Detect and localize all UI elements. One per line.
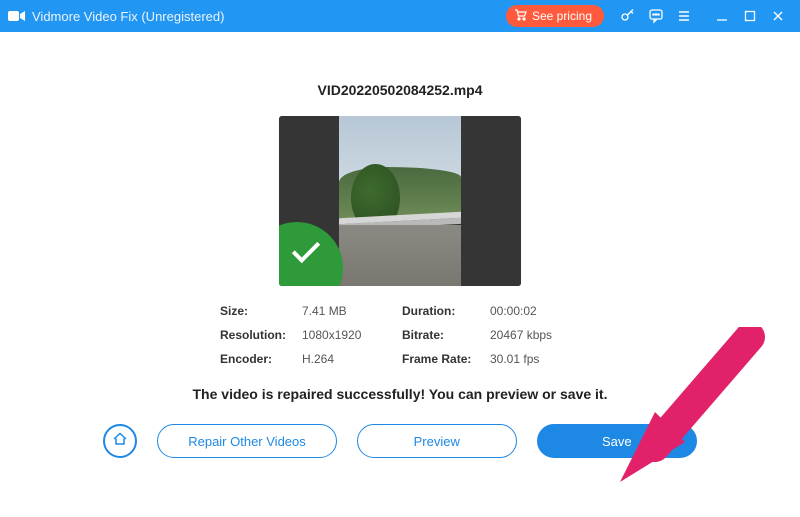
- check-icon: [292, 235, 320, 263]
- video-frame-preview: [339, 116, 461, 286]
- size-value: 7.41 MB: [302, 304, 402, 318]
- home-button[interactable]: [103, 424, 137, 458]
- app-logo-icon: [8, 9, 26, 23]
- minimize-button[interactable]: [708, 0, 736, 32]
- encoder-value: H.264: [302, 352, 402, 366]
- duration-label: Duration:: [402, 304, 490, 318]
- pillarbox-right: [461, 116, 521, 286]
- duration-value: 00:00:02: [490, 304, 580, 318]
- resolution-label: Resolution:: [220, 328, 302, 342]
- preview-label: Preview: [414, 434, 460, 449]
- app-title: Vidmore Video Fix (Unregistered): [32, 9, 224, 24]
- cart-icon: [514, 9, 528, 24]
- bitrate-label: Bitrate:: [402, 328, 490, 342]
- save-button[interactable]: Save: [537, 424, 697, 458]
- repair-other-videos-button[interactable]: Repair Other Videos: [157, 424, 337, 458]
- preview-button[interactable]: Preview: [357, 424, 517, 458]
- see-pricing-button[interactable]: See pricing: [506, 5, 604, 27]
- success-message: The video is repaired successfully! You …: [0, 386, 800, 402]
- titlebar: Vidmore Video Fix (Unregistered) See pri…: [0, 0, 800, 32]
- action-buttons-row: Repair Other Videos Preview Save: [0, 424, 800, 458]
- menu-icon[interactable]: [670, 0, 698, 32]
- close-button[interactable]: [764, 0, 792, 32]
- filename-label: VID20220502084252.mp4: [0, 82, 800, 98]
- encoder-label: Encoder:: [220, 352, 302, 366]
- maximize-button[interactable]: [736, 0, 764, 32]
- main-content: VID20220502084252.mp4 Size: 7.41 MB Dura…: [0, 32, 800, 517]
- feedback-icon[interactable]: [642, 0, 670, 32]
- key-icon[interactable]: [614, 0, 642, 32]
- video-info-grid: Size: 7.41 MB Duration: 00:00:02 Resolut…: [220, 304, 580, 366]
- bitrate-value: 20467 kbps: [490, 328, 580, 342]
- repair-other-label: Repair Other Videos: [188, 434, 306, 449]
- video-thumbnail: [279, 116, 521, 286]
- save-label: Save: [602, 434, 632, 449]
- home-icon: [112, 431, 128, 452]
- size-label: Size:: [220, 304, 302, 318]
- annotation-arrow: [600, 327, 770, 497]
- pricing-label: See pricing: [532, 9, 592, 23]
- resolution-value: 1080x1920: [302, 328, 402, 342]
- framerate-label: Frame Rate:: [402, 352, 490, 366]
- framerate-value: 30.01 fps: [490, 352, 580, 366]
